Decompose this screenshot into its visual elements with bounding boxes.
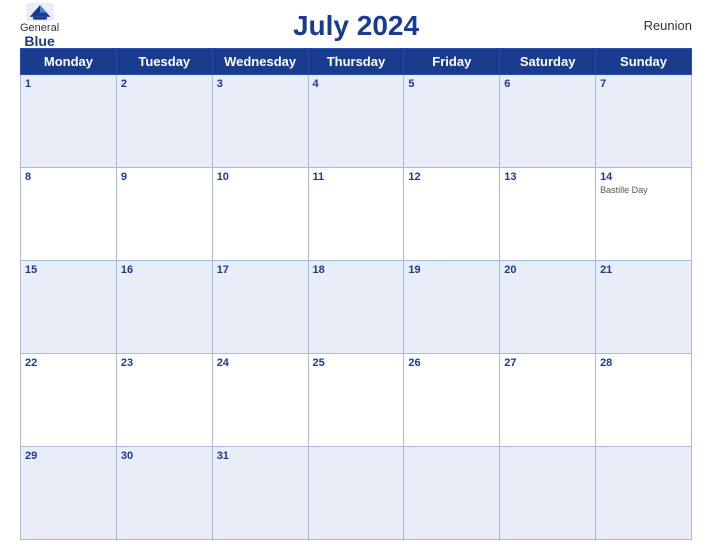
day-number: 30 bbox=[121, 450, 208, 462]
day-number: 14 bbox=[600, 171, 687, 183]
day-number: 22 bbox=[25, 357, 112, 369]
day-number: 21 bbox=[600, 264, 687, 276]
calendar-cell: 27 bbox=[500, 354, 596, 447]
event-label: Bastille Day bbox=[600, 185, 687, 195]
day-number: 31 bbox=[217, 450, 304, 462]
calendar-cell: 1 bbox=[21, 75, 117, 168]
calendar-week-row: 89 10 11 12 13 14 Bastille Day bbox=[21, 168, 692, 261]
calendar-cell: 12 bbox=[404, 168, 500, 261]
calendar-cell: 22 bbox=[21, 354, 117, 447]
calendar-cell: 6 bbox=[500, 75, 596, 168]
calendar-cell: 25 bbox=[308, 354, 404, 447]
calendar-cell: 2 bbox=[116, 75, 212, 168]
day-number: 15 bbox=[25, 264, 112, 276]
calendar-cell: 29 bbox=[21, 447, 117, 540]
day-number: 25 bbox=[313, 357, 400, 369]
day-number: 6 bbox=[504, 78, 591, 90]
calendar-cell: 31 bbox=[212, 447, 308, 540]
calendar-cell: 30 bbox=[116, 447, 212, 540]
day-number: 20 bbox=[504, 264, 591, 276]
calendar-title: July 2024 bbox=[293, 10, 419, 42]
calendar-cell: 5 bbox=[404, 75, 500, 168]
calendar-cell: 14 Bastille Day bbox=[596, 168, 692, 261]
calendar-cell: 15 bbox=[21, 261, 117, 354]
calendar-cell bbox=[404, 447, 500, 540]
day-number: 17 bbox=[217, 264, 304, 276]
day-number: 7 bbox=[600, 78, 687, 90]
header-tuesday: Tuesday bbox=[116, 49, 212, 75]
calendar-cell: 17 bbox=[212, 261, 308, 354]
header-wednesday: Wednesday bbox=[212, 49, 308, 75]
calendar-cell: 13 bbox=[500, 168, 596, 261]
day-number: 28 bbox=[600, 357, 687, 369]
day-number: 3 bbox=[217, 78, 304, 90]
day-number: 8 bbox=[25, 171, 112, 183]
calendar-cell bbox=[308, 447, 404, 540]
day-number: 10 bbox=[217, 171, 304, 183]
header-thursday: Thursday bbox=[308, 49, 404, 75]
calendar-cell: 3 bbox=[212, 75, 308, 168]
day-number: 11 bbox=[313, 171, 400, 183]
day-number: 24 bbox=[217, 357, 304, 369]
calendar-cell bbox=[500, 447, 596, 540]
calendar-cell: 7 bbox=[596, 75, 692, 168]
day-number: 9 bbox=[121, 171, 208, 183]
calendar-cell: 11 bbox=[308, 168, 404, 261]
day-number: 12 bbox=[408, 171, 495, 183]
calendar-cell bbox=[596, 447, 692, 540]
region-label: Reunion bbox=[644, 18, 692, 33]
calendar-cell: 21 bbox=[596, 261, 692, 354]
calendar-cell: 4 bbox=[308, 75, 404, 168]
day-number: 29 bbox=[25, 450, 112, 462]
day-number: 18 bbox=[313, 264, 400, 276]
calendar-cell: 26 bbox=[404, 354, 500, 447]
header-friday: Friday bbox=[404, 49, 500, 75]
day-number: 19 bbox=[408, 264, 495, 276]
calendar-cell: 28 bbox=[596, 354, 692, 447]
calendar-cell: 18 bbox=[308, 261, 404, 354]
calendar-week-row: 1234567 bbox=[21, 75, 692, 168]
logo-icon bbox=[26, 3, 54, 21]
day-number: 27 bbox=[504, 357, 591, 369]
calendar-header: General Blue July 2024 Reunion bbox=[20, 10, 692, 42]
calendar-cell: 19 bbox=[404, 261, 500, 354]
calendar-week-row: 22 23 24 25 26 27 28 bbox=[21, 354, 692, 447]
calendar-cell: 8 bbox=[21, 168, 117, 261]
calendar-week-row: 29 30 31 bbox=[21, 447, 692, 540]
logo: General Blue bbox=[20, 3, 59, 49]
day-number: 26 bbox=[408, 357, 495, 369]
day-number: 23 bbox=[121, 357, 208, 369]
calendar-week-row: 15 16 17 18 19 20 21 bbox=[21, 261, 692, 354]
day-number: 16 bbox=[121, 264, 208, 276]
day-number: 5 bbox=[408, 78, 495, 90]
day-number: 4 bbox=[313, 78, 400, 90]
calendar-cell: 20 bbox=[500, 261, 596, 354]
calendar-cell: 10 bbox=[212, 168, 308, 261]
calendar-cell: 16 bbox=[116, 261, 212, 354]
day-number: 2 bbox=[121, 78, 208, 90]
header-sunday: Sunday bbox=[596, 49, 692, 75]
header-monday: Monday bbox=[21, 49, 117, 75]
day-number: 1 bbox=[25, 78, 112, 90]
calendar-table: Monday Tuesday Wednesday Thursday Friday… bbox=[20, 48, 692, 540]
calendar-cell: 9 bbox=[116, 168, 212, 261]
day-number: 13 bbox=[504, 171, 591, 183]
calendar-cell: 23 bbox=[116, 354, 212, 447]
weekday-header-row: Monday Tuesday Wednesday Thursday Friday… bbox=[21, 49, 692, 75]
header-saturday: Saturday bbox=[500, 49, 596, 75]
calendar-cell: 24 bbox=[212, 354, 308, 447]
logo-blue-text: Blue bbox=[24, 34, 54, 49]
